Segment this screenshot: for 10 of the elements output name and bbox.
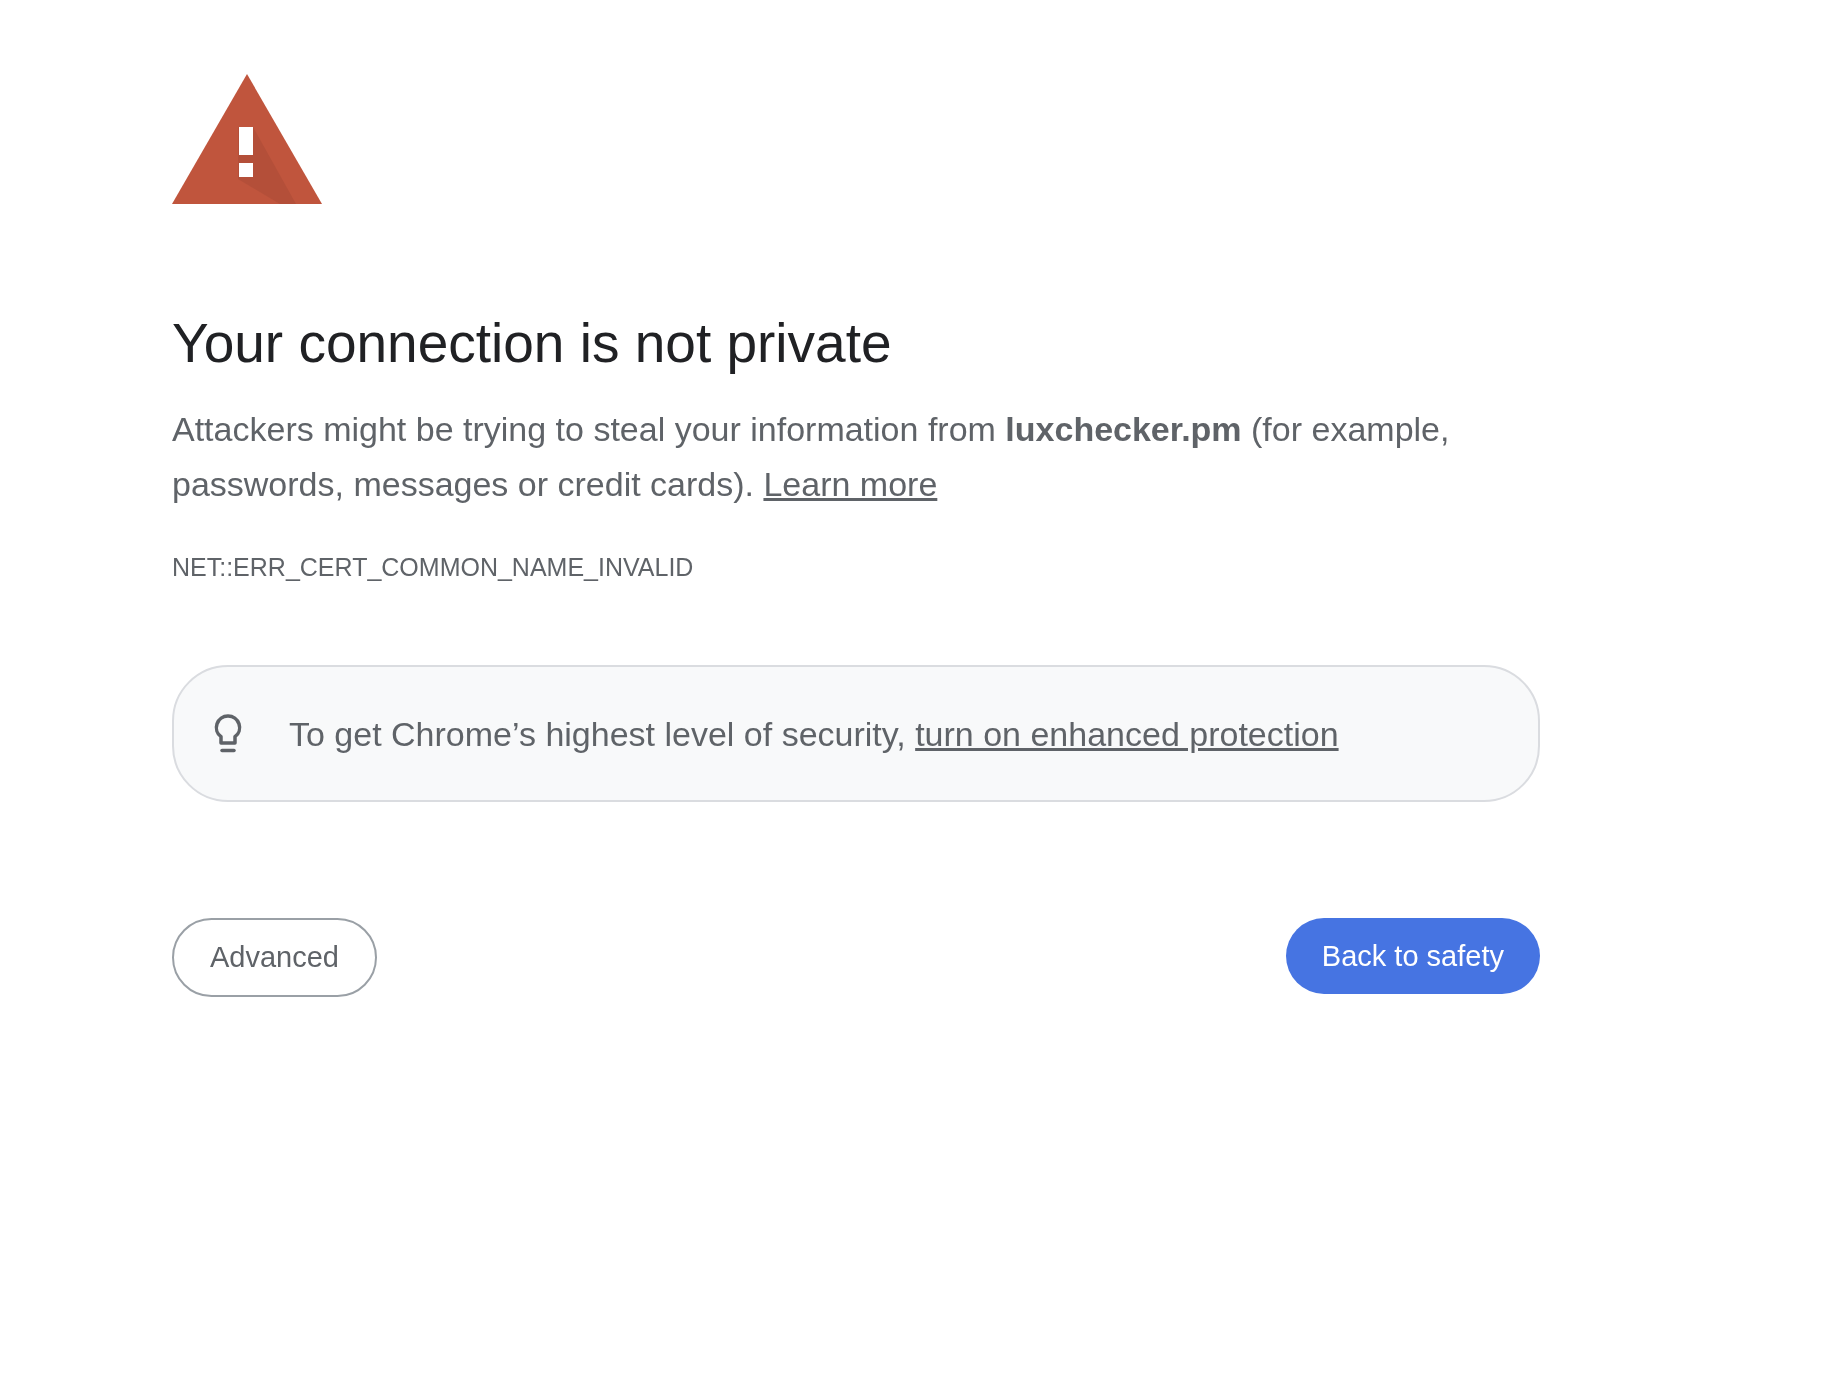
enhanced-protection-link[interactable]: turn on enhanced protection [915, 714, 1339, 753]
warning-message: Attackers might be trying to steal your information from luxchecker.pm (for example, passwords, messages or credit cards). Learn more [172, 409, 1451, 505]
page-heading: Your connection is not private [172, 311, 893, 376]
learn-more-link[interactable]: Learn more [763, 465, 938, 503]
advanced-button[interactable]: Advanced [172, 918, 377, 997]
back-to-safety-button[interactable]: Back to safety [1285, 918, 1540, 994]
error-code: NET::ERR_CERT_COMMON_NAME_INVALID [172, 552, 695, 582]
warning-triangle-icon [172, 74, 322, 204]
lightbulb-icon [212, 712, 244, 755]
tip-text: To get Chrome’s highest level of security, turn on enhanced protection [289, 713, 1339, 755]
